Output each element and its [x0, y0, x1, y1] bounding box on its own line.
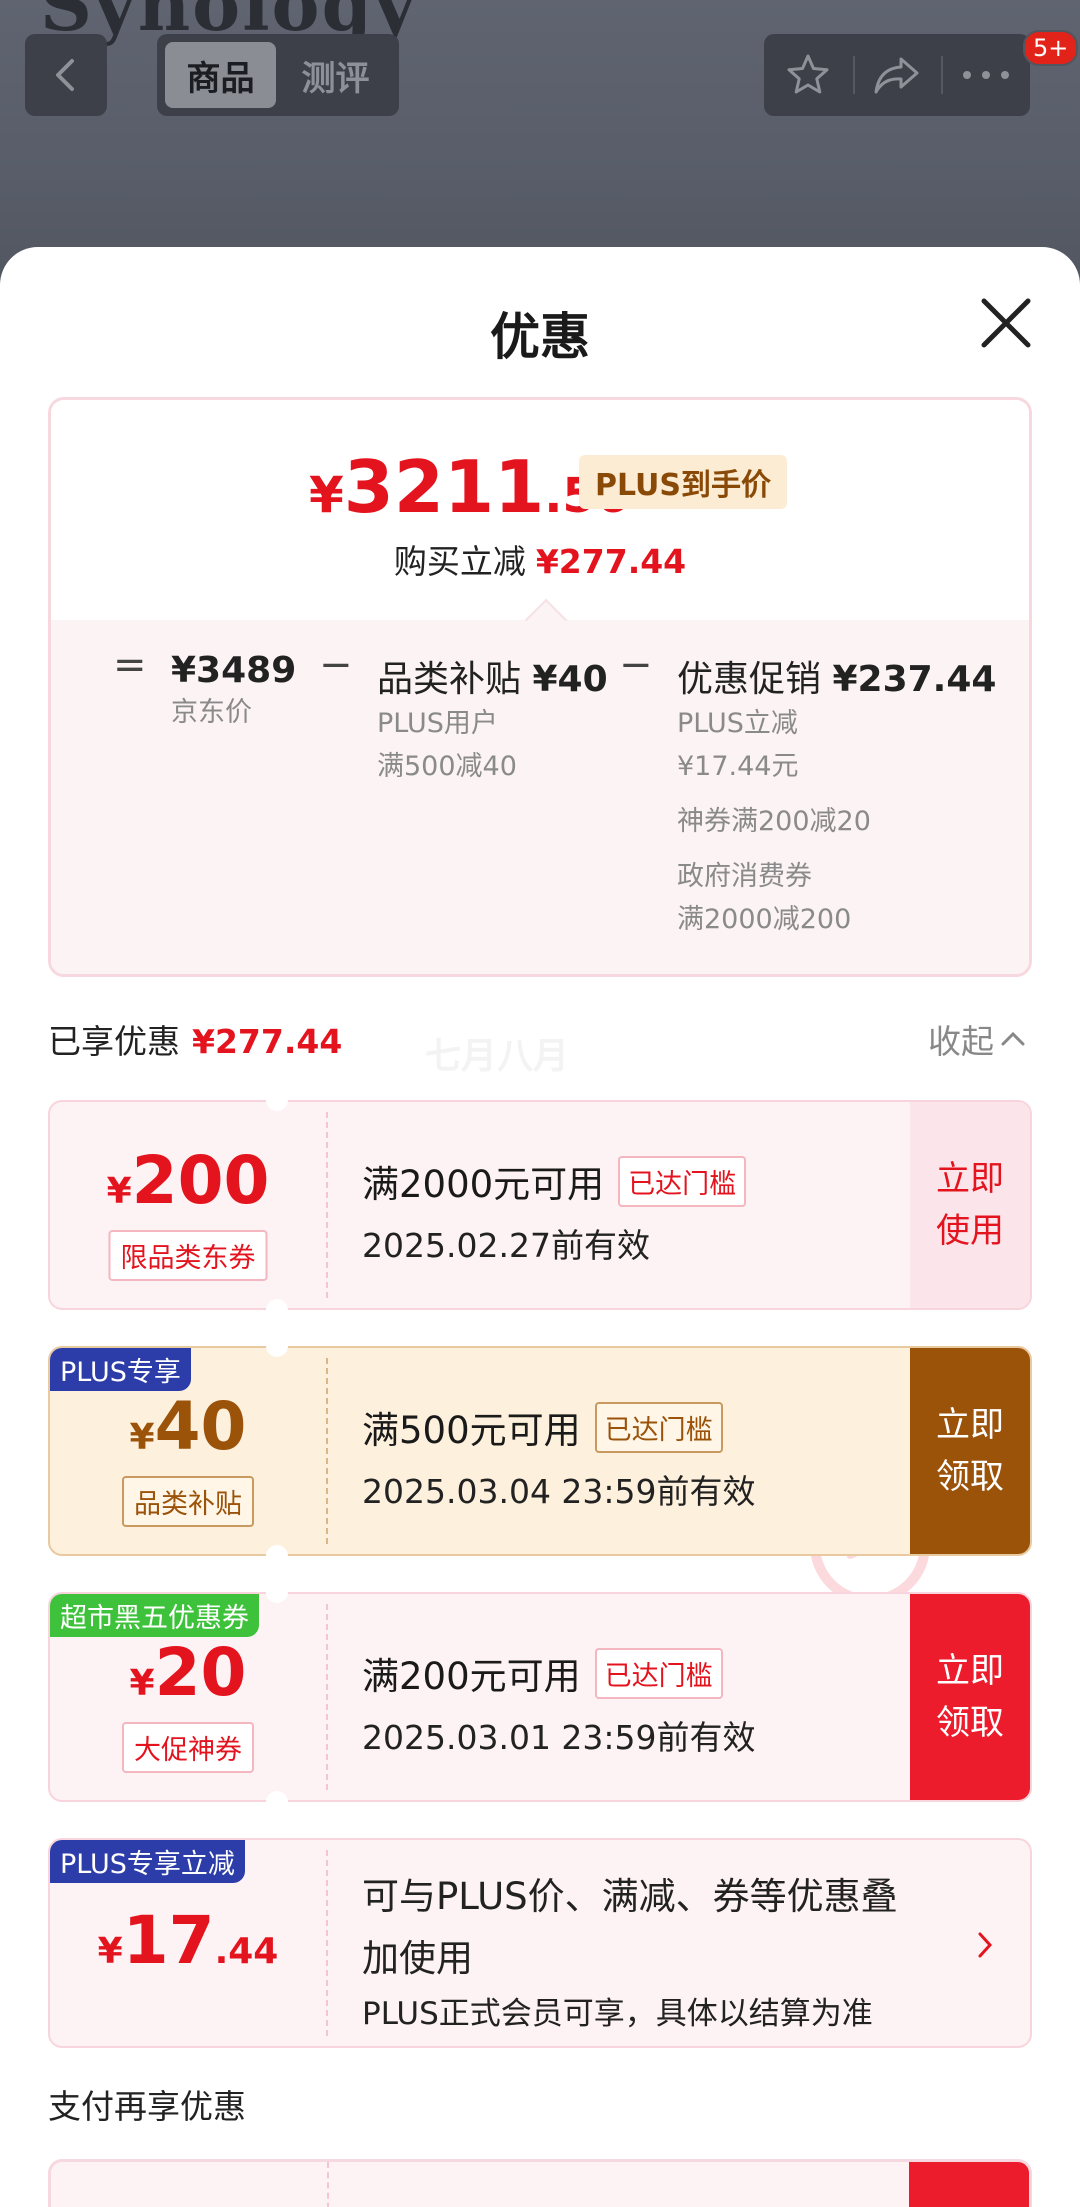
coupon-type: 品类补贴: [122, 1476, 254, 1527]
promo-line: PLUS立减: [677, 708, 798, 739]
back-button[interactable]: [25, 34, 107, 116]
subsidy-line: PLUS用户: [377, 708, 498, 739]
price-card: ¥3211.56 PLUS到手价 购买立减¥277.44 = ¥3489 京东价…: [48, 397, 1032, 977]
price-integer: 3211: [343, 445, 545, 529]
coupon-info: 满200元可用 已达门槛 2025.03.01 23:59前有效: [362, 1594, 910, 1800]
chevron-up-icon: [1001, 1031, 1025, 1046]
coupon-amount: ¥200: [106, 1142, 270, 1219]
favorite-button[interactable]: [764, 34, 853, 116]
share-button[interactable]: [852, 34, 942, 116]
chevron-left-icon: [56, 59, 74, 91]
close-icon: [981, 298, 1031, 348]
coupon-condition: 满500元可用 已达门槛: [362, 1400, 723, 1454]
enjoyed-label: 已享优惠: [48, 1022, 180, 1061]
tab-product[interactable]: 商品: [165, 42, 276, 108]
close-button[interactable]: [978, 295, 1034, 351]
coupon-info: 满500元可用 已达门槛 2025.03.04 23:59前有效: [362, 1348, 910, 1554]
price-breakdown: = ¥3489 京东价 − 品类补贴 ¥40 PLUS用户 满500减40 − …: [51, 620, 1029, 974]
coupon-validity: 2025.03.04 23:59前有效: [362, 1472, 756, 1511]
star-icon: [787, 54, 829, 94]
jd-price-col: ¥3489 京东价: [171, 650, 296, 734]
coupon-notch: [266, 1299, 288, 1321]
plus-price-tag: PLUS到手价: [579, 455, 788, 509]
use-coupon-button[interactable]: 立即 使用: [910, 1102, 1030, 1308]
pay-more-title: 支付再享优惠: [48, 2087, 246, 2126]
coupon-validity: 2025.02.27前有效: [362, 1226, 650, 1265]
coupon-condition: 满200元可用 已达门槛: [362, 1646, 723, 1700]
coupon-amount: ¥40: [129, 1388, 247, 1465]
chevron-right-icon: [976, 1930, 994, 1964]
claim-coupon-button[interactable]: 立即 领取: [910, 1594, 1030, 1800]
notification-badge: 5+: [1023, 30, 1079, 66]
subsidy-line: 满500减40: [377, 751, 517, 782]
plus-exclusive-ribbon: PLUS专享: [50, 1348, 191, 1391]
threshold-tag: 已达门槛: [618, 1155, 747, 1207]
sheet-title: 优惠: [490, 308, 590, 366]
more-button[interactable]: [941, 34, 1030, 116]
tab-review[interactable]: 测评: [280, 42, 391, 108]
enjoyed-discount: 已享优惠 ¥277.44: [48, 1015, 342, 1063]
coupon-notch: [266, 1581, 288, 1603]
discount-sheet: 优惠 ¥3211.56 PLUS到手价 购买立减¥277.44 = ¥3489 …: [0, 247, 1080, 2207]
jd-price-value: ¥3489: [171, 650, 297, 691]
coupon-notch: [266, 1791, 288, 1813]
coupon-info: 满2000元可用 已达门槛 2025.02.27前有效: [362, 1102, 910, 1308]
promo-line: 神券满200减20: [677, 806, 871, 837]
promo-col: 优惠促销 ¥237.44 PLUS立减 ¥17.44元 神券满200减20 政府…: [677, 650, 996, 941]
reduce-label: 购买立减: [393, 542, 526, 581]
coupon-notch: [266, 1335, 288, 1357]
coupon-type: 大促神券: [122, 1722, 254, 1773]
payment-coupon-button[interactable]: [909, 2162, 1029, 2207]
threshold-tag: 已达门槛: [594, 1401, 723, 1453]
plus-reduce-value: ¥17.44: [50, 1840, 326, 2046]
action-group: [764, 34, 1030, 116]
collapse-label: 收起: [928, 1022, 994, 1061]
coupon-divider: [326, 1850, 328, 2036]
coupon-card: ¥40 品类补贴 PLUS专享 满500元可用 已达门槛 2025.03.04 2…: [48, 1346, 1032, 1556]
more-icon: [962, 71, 1009, 79]
plus-reduce-desc: 可与PLUS价、满减、券等优惠叠加使用: [362, 1875, 898, 1980]
coupon-validity: 2025.03.01 23:59前有效: [362, 1718, 756, 1757]
coupon-card: ¥200 限品类东券 满2000元可用 已达门槛 2025.02.27前有效 立即…: [48, 1100, 1032, 1310]
minus-sign: −: [619, 642, 653, 688]
equals-sign: =: [113, 642, 147, 688]
promo-title: 优惠促销 ¥237.44: [677, 659, 997, 700]
promo-line: 政府消费券: [677, 861, 812, 892]
coupon-divider: [326, 1112, 328, 1298]
collapse-button[interactable]: 收起: [928, 1015, 1026, 1063]
segment-tabs: 商品 测评: [157, 34, 399, 116]
share-icon: [874, 57, 919, 94]
plus-reduce-note: PLUS正式会员可享，具体以结算为准: [362, 1996, 873, 2032]
enjoyed-amount: ¥277.44: [192, 1022, 343, 1061]
subsidy-title: 品类补贴 ¥40: [377, 659, 608, 700]
promo-line: 满2000减200: [677, 904, 852, 935]
threshold-tag: 已达门槛: [594, 1647, 723, 1699]
coupon-type: 限品类东券: [108, 1230, 268, 1281]
coupon-divider: [327, 2162, 329, 2207]
coupon-notch: [266, 1545, 288, 1567]
watermark-text: 七月八月: [425, 1036, 570, 1077]
price-summary: ¥3211.56 PLUS到手价 购买立减¥277.44: [51, 400, 1029, 620]
coupon-divider: [326, 1604, 328, 1790]
coupon-divider: [326, 1358, 328, 1544]
supermarket-coupon-ribbon: 超市黑五优惠券: [50, 1594, 259, 1637]
minus-sign: −: [319, 642, 353, 688]
coupon-value: ¥200 限品类东券: [50, 1102, 326, 1308]
payment-coupon-card[interactable]: [48, 2159, 1032, 2207]
plus-reduce-info: 可与PLUS价、满减、券等优惠叠加使用 PLUS正式会员可享，具体以结算为准: [362, 1840, 950, 2046]
plus-reduce-amount: ¥17.44: [97, 1902, 279, 1979]
coupon-card: ¥20 大促神券 超市黑五优惠券 满200元可用 已达门槛 2025.03.01 …: [48, 1592, 1032, 1802]
purchase-reduce: 购买立减 ¥277.44: [51, 535, 1029, 583]
plus-reduce-card[interactable]: PLUS专享立减 ¥17.44 可与PLUS价、满减、券等优惠叠加使用 PLUS…: [48, 1838, 1032, 2048]
reduce-amount: ¥277.44: [535, 542, 687, 581]
subsidy-col: 品类补贴 ¥40 PLUS用户 满500减40: [377, 650, 608, 788]
coupon-amount: ¥20: [129, 1634, 247, 1711]
coupon-notch: [266, 1089, 288, 1111]
price-symbol: ¥: [309, 466, 344, 524]
coupon-condition: 满2000元可用 已达门槛: [362, 1154, 747, 1208]
claim-coupon-button[interactable]: 立即 领取: [910, 1348, 1030, 1554]
jd-price-label: 京东价: [171, 697, 252, 728]
promo-line: ¥17.44元: [677, 751, 799, 782]
